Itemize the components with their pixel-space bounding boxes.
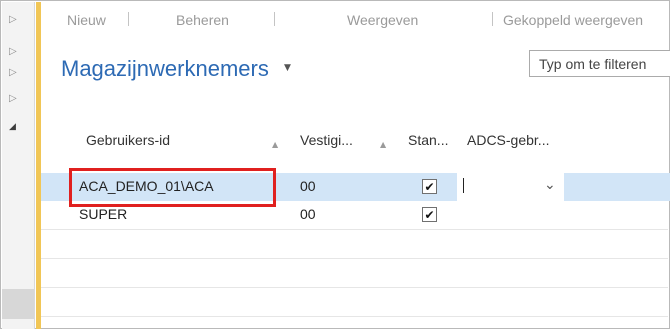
sort-triangle-icon[interactable]: ▲ <box>380 140 386 149</box>
tab-nieuw[interactable]: Nieuw <box>67 12 106 28</box>
expand-triangle-icon[interactable]: ▷ <box>9 68 17 78</box>
checkmark-icon: ✔ <box>424 207 435 222</box>
ribbon: Nieuw Beheren Weergeven Gekoppeld weerge… <box>41 2 668 32</box>
row-divider <box>41 229 668 230</box>
tab-weergeven[interactable]: Weergeven <box>347 12 418 28</box>
expand-triangle-icon[interactable]: ▷ <box>9 94 17 104</box>
filter-box[interactable] <box>529 50 670 77</box>
row-divider <box>41 316 668 317</box>
accent-bar <box>36 2 41 329</box>
text-cursor <box>463 178 464 193</box>
cell-user-id[interactable]: SUPER <box>79 206 127 222</box>
tab-gekoppeld-weergeven[interactable]: Gekoppeld weergeven <box>503 12 643 28</box>
cell-location[interactable]: 00 <box>300 206 316 222</box>
chevron-down-icon[interactable]: ▼ <box>284 63 291 73</box>
dropdown-chevron-icon[interactable]: ⌄ <box>544 177 556 193</box>
tab-beheren[interactable]: Beheren <box>176 12 229 28</box>
default-checkbox[interactable]: ✔ <box>422 207 437 222</box>
row-divider <box>41 258 668 259</box>
window: ▷ ▷ ▷ ▷ ◢ Nieuw Beheren Weergeven Gekopp… <box>0 0 670 329</box>
ribbon-separator <box>274 12 275 26</box>
filter-input[interactable] <box>530 51 670 76</box>
ribbon-separator <box>128 12 129 26</box>
checkmark-icon: ✔ <box>424 179 435 194</box>
column-header-default[interactable]: Stan... <box>408 132 448 148</box>
sort-triangle-icon[interactable]: ▲ <box>272 140 278 149</box>
expand-triangle-icon[interactable]: ▷ <box>9 15 17 25</box>
cell-location[interactable]: 00 <box>300 178 316 194</box>
default-checkbox[interactable]: ✔ <box>422 179 437 194</box>
nav-pane-footer <box>2 289 34 319</box>
navigation-pane: ▷ ▷ ▷ ▷ ◢ <box>2 2 35 329</box>
row-divider <box>41 287 668 288</box>
highlight-box <box>69 168 276 207</box>
page-title: Magazijnwerknemers <box>61 56 269 81</box>
ribbon-separator <box>492 12 493 26</box>
column-header-adcs-user[interactable]: ADCS-gebr... <box>467 132 549 148</box>
column-header-location[interactable]: Vestigi... <box>300 132 353 148</box>
expand-triangle-icon[interactable]: ▷ <box>9 47 17 57</box>
column-header-user-id[interactable]: Gebruikers-id <box>86 132 170 148</box>
collapse-triangle-icon[interactable]: ◢ <box>9 122 16 132</box>
